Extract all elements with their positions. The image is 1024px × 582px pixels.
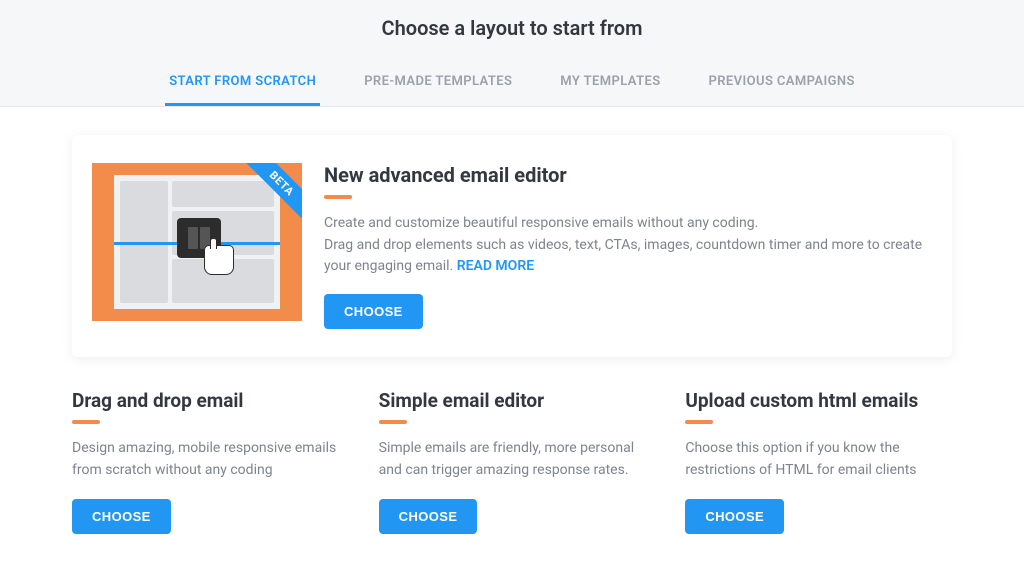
option-upload-html: Upload custom html emails Choose this op…: [685, 389, 952, 534]
option-title: Simple email editor: [379, 389, 646, 412]
featured-desc-line-1: Create and customize beautiful responsiv…: [324, 215, 758, 231]
options-row: Drag and drop email Design amazing, mobi…: [72, 389, 952, 534]
featured-choose-button[interactable]: CHOOSE: [324, 294, 423, 329]
choose-button-drag-and-drop[interactable]: CHOOSE: [72, 499, 171, 534]
tab-start-from-scratch[interactable]: START FROM SCRATCH: [165, 64, 320, 106]
choose-button-upload-html[interactable]: CHOOSE: [685, 499, 784, 534]
accent-bar: [685, 420, 713, 424]
tab-previous-campaigns[interactable]: PREVIOUS CAMPAIGNS: [705, 64, 859, 106]
option-description: Choose this option if you know the restr…: [685, 438, 952, 481]
accent-bar: [324, 195, 352, 199]
accent-bar: [379, 420, 407, 424]
featured-title: New advanced email editor: [324, 163, 924, 187]
option-description: Design amazing, mobile responsive emails…: [72, 438, 339, 481]
option-description: Simple emails are friendly, more persona…: [379, 438, 646, 481]
featured-description: Create and customize beautiful responsiv…: [324, 213, 924, 278]
option-title: Drag and drop email: [72, 389, 339, 412]
choose-button-simple-editor[interactable]: CHOOSE: [379, 499, 478, 534]
tab-my-templates[interactable]: MY TEMPLATES: [556, 64, 664, 106]
option-title: Upload custom html emails: [685, 389, 952, 412]
option-simple-editor: Simple email editor Simple emails are fr…: [379, 389, 646, 534]
featured-desc-line-2: Drag and drop elements such as videos, t…: [324, 237, 922, 275]
tabs: START FROM SCRATCH PRE-MADE TEMPLATES MY…: [0, 64, 1024, 106]
page-title: Choose a layout to start from: [0, 16, 1024, 40]
tab-pre-made-templates[interactable]: PRE-MADE TEMPLATES: [360, 64, 516, 106]
accent-bar: [72, 420, 100, 424]
read-more-link[interactable]: READ MORE: [457, 258, 534, 274]
featured-thumbnail: BETA: [92, 163, 302, 329]
cursor-hand-icon: [204, 245, 234, 275]
featured-card: BETA New advanced email editor Create an…: [72, 135, 952, 357]
option-drag-and-drop: Drag and drop email Design amazing, mobi…: [72, 389, 339, 534]
content: BETA New advanced email editor Create an…: [0, 107, 1024, 554]
featured-body: New advanced email editor Create and cus…: [324, 163, 924, 329]
header-area: Choose a layout to start from START FROM…: [0, 0, 1024, 107]
